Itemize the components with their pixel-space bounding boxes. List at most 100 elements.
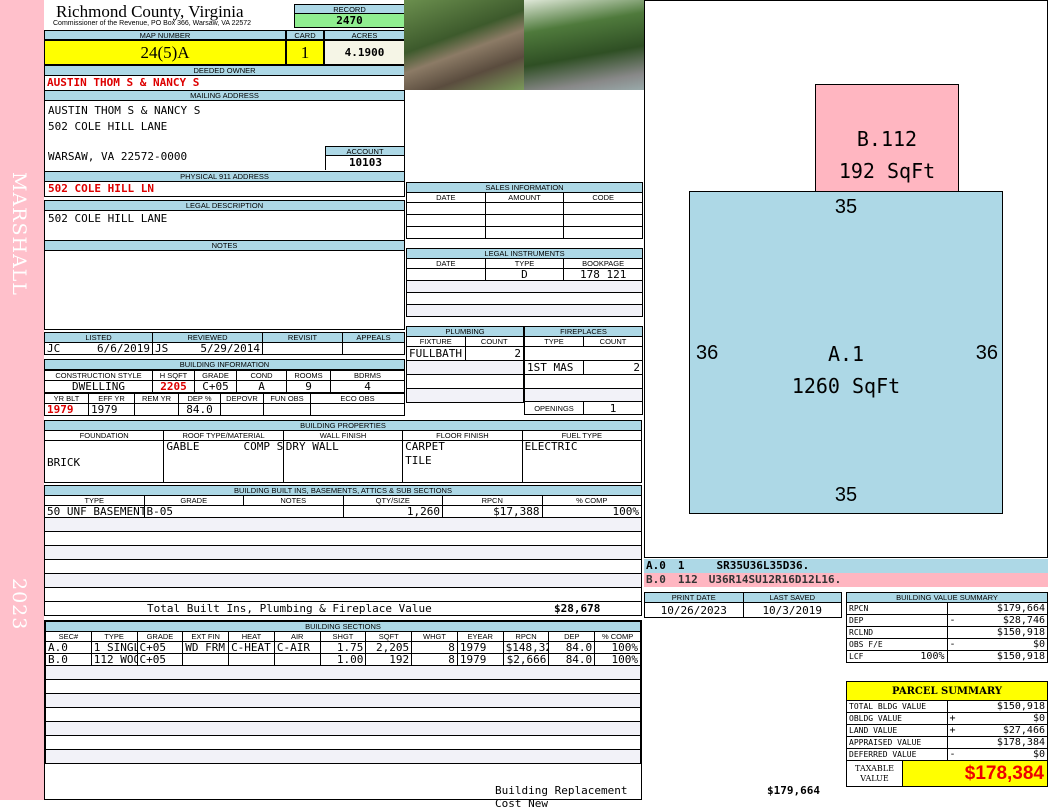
cell: 24(5)A 1 4.1900 — [44, 40, 405, 65]
properties-foundation: BRICK — [43, 440, 165, 483]
properties-label: BUILDING PROPERTIES — [44, 420, 642, 431]
cell — [44, 517, 642, 532]
properties-cols-3: FLOOR FINISH — [402, 430, 523, 441]
sketch-section-b[interactable]: B.112 192 SqFt — [815, 84, 959, 192]
acres-label: ACRES — [324, 30, 405, 40]
parcel-summary: PARCEL SUMMARY TOTAL BLDG VALUE $150,918 … — [846, 681, 1048, 787]
account-number: 10103 — [325, 156, 405, 170]
cell: LCF 100% — [846, 650, 948, 663]
cell: BRICKGABLECOMP SHGLSDRY WALLCARPETTILEEL… — [43, 440, 643, 483]
building-info-vals2-4 — [220, 403, 264, 416]
cell: BUILDING PROPERTIES — [44, 420, 642, 431]
fireplace-row: 1ST MAS 2 — [524, 360, 643, 375]
building-info-cols1-1: H SQFT — [152, 370, 195, 381]
cell — [406, 214, 486, 227]
section-row: B.0112 WOOD DECKC+05 1.0019281979$2,66684… — [45, 653, 641, 666]
cell: BUILDING VALUE SUMMARY RPCN $179,664 DEP -… — [846, 592, 1048, 663]
cell — [524, 374, 643, 389]
cell — [45, 721, 641, 736]
cell: BUILDING PROPERTIES FOUNDATION ROOF TYPE/… — [43, 420, 643, 483]
property-photo-1[interactable] — [404, 0, 524, 90]
summary-rows-0-k: TOTAL BLDG VALUE — [846, 700, 948, 713]
cell: OBS F/E - $0 — [846, 638, 1048, 651]
builtins-rows-0-rpcn: $17,388 — [442, 505, 543, 518]
cell: SALES INFORMATION DATE AMOUNT CODE — [406, 182, 643, 239]
cell — [524, 346, 643, 361]
sections-rows-1-eyear: 1979 — [456, 653, 504, 666]
cell: PARCEL SUMMARY — [846, 681, 1048, 701]
sections-rows-0-comp: 100% — [594, 641, 641, 654]
sections-cols-5: AIR — [273, 631, 321, 642]
properties-cols-0: FOUNDATION — [43, 430, 165, 441]
cell: BUILDING BUILT INS, BASEMENTS, ATTICS & … — [44, 485, 642, 616]
building-sketch[interactable]: B.112 192 SqFt A.1 1260 SqFt 35 35 36 36 — [644, 0, 1048, 558]
sections-rows-0-whgt: 8 — [411, 641, 458, 654]
cell — [406, 280, 643, 293]
cell — [406, 360, 524, 375]
cell: OBLDG VALUE + $0 — [846, 712, 1048, 725]
building-info-cols2-4: DEPOVR — [220, 393, 264, 404]
fireplaces-cols-0: TYPE — [524, 336, 584, 347]
sketch-vectors-0-path: SR35U36L35D36. — [716, 559, 810, 572]
cell: SALES INFORMATION DATE AMOUNT CODE — [406, 182, 643, 239]
builtins-cols-5: % COMP — [541, 495, 642, 506]
cell — [484, 214, 565, 227]
sections-cols-12: % COMP — [594, 631, 641, 642]
summary-rows-2-v: $27,466 — [1002, 725, 1045, 736]
cell: LCF 100% $150,918 — [846, 650, 1048, 663]
cell: BUILDING INFORMATION — [44, 359, 405, 370]
fireplaces-rows-0-count: 2 — [583, 360, 643, 375]
col-type: TYPE — [484, 258, 565, 269]
cell: RCLND $150,918 — [846, 626, 1048, 639]
dim-bottom: 35 — [834, 484, 858, 506]
sections-cols-10: RPCN — [502, 631, 550, 642]
cell: CONSTRUCTION STYLE H SQFT GRADE COND ROOMS BD… — [44, 370, 405, 393]
card-label: CARD — [286, 30, 324, 40]
cell: 1979 1979 84.0 — [44, 403, 405, 416]
instrument-row: D 178 121 — [406, 268, 643, 281]
building-properties: BUILDING PROPERTIES FOUNDATION ROOF TYPE/… — [43, 420, 643, 483]
cell — [44, 573, 642, 588]
building-info-vals1-1: 2205 — [152, 380, 195, 393]
cell: LEGAL INSTRUMENTS DATE TYPE BOOKPAGE D 178 … — [406, 248, 643, 317]
cell: SEC# TYPE GRADE EXT FIN HEAT AIR SHGT SQFT WHGT E… — [45, 631, 641, 642]
cell: - $0 — [946, 748, 1048, 761]
mailing-line2: 502 COLE HILL LANE — [48, 120, 168, 133]
plumbing-rows-0-count: 2 — [464, 346, 524, 361]
cell — [524, 346, 643, 361]
instruments-rows-0-type: D — [484, 268, 565, 281]
cell — [406, 226, 486, 239]
building-info-vals2-5 — [263, 403, 311, 416]
bvs-rows-4-p: 100% — [920, 651, 945, 662]
sketch-section-a[interactable]: A.1 1260 SqFt 35 35 36 36 — [689, 191, 1003, 514]
instruments-label: LEGAL INSTRUMENTS — [406, 248, 643, 259]
building-sections: BUILDING SECTIONS SEC# TYPE GRADE EXT FIN HE… — [44, 620, 820, 810]
sketch-vectors-1-code: 112 — [677, 573, 698, 586]
bvs-rows-3-k: OBS F/E — [846, 638, 948, 651]
cell: FOUNDATION ROOF TYPE/MATERIAL WALL FINISH F… — [43, 430, 643, 441]
legal-value: 502 COLE HILL LANE — [48, 212, 168, 225]
bvs-rows-3-v: $0 — [1032, 639, 1045, 650]
print-date: 10/26/2023 — [644, 602, 744, 618]
cell: Total Built Ins, Plumbing & Fireplace Va… — [44, 601, 642, 616]
cell: BUILDING BUILT INS, BASEMENTS, ATTICS & … — [44, 485, 642, 616]
properties-floor2: TILE — [405, 454, 432, 467]
col-bookpage: BOOKPAGE — [563, 258, 643, 269]
cell — [563, 202, 643, 215]
cell: JC 6/6/2019 JS 5/29/2014 — [44, 342, 405, 355]
cell — [406, 388, 524, 403]
card-number: 1 — [286, 40, 324, 65]
builtins-label: BUILDING BUILT INS, BASEMENTS, ATTICS & … — [44, 485, 642, 496]
col-date: DATE — [406, 258, 486, 269]
summary-rows-1-k: OBLDG VALUE — [846, 712, 948, 725]
property-photo-2[interactable] — [524, 0, 644, 90]
building-info-vals2-3: 84.0 — [178, 403, 221, 416]
sections-cols-11: DEP — [548, 631, 596, 642]
cell: PARCEL SUMMARY TOTAL BLDG VALUE $150,918 … — [846, 681, 1048, 761]
plumbing-label: PLUMBING — [406, 326, 524, 337]
summary-rows-1-s: + — [949, 713, 956, 724]
sections-rows-0-eyear: 1979 — [456, 641, 504, 654]
cell: LEGAL INSTRUMENTS DATE TYPE BOOKPAGE D 178 … — [406, 248, 643, 317]
cell: BUILDING INFORMATION — [44, 359, 405, 370]
properties-roof-type: GABLE — [166, 440, 200, 453]
